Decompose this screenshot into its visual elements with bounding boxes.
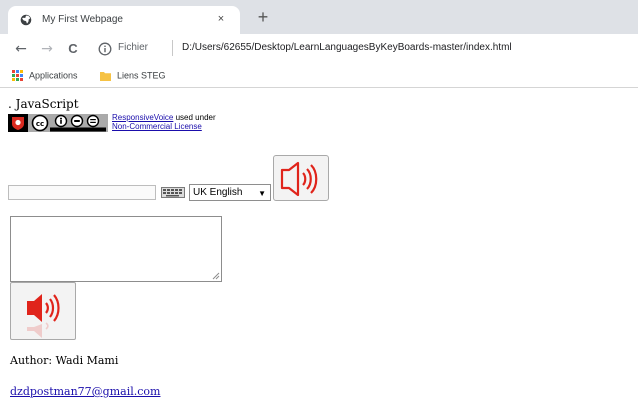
bookmark-liens-steg[interactable]: Liens STEG — [100, 70, 166, 83]
speak-button-top[interactable] — [273, 155, 329, 201]
chevron-down-icon: ▼ — [258, 189, 266, 198]
author-text: Author: Wadi Mami — [10, 354, 119, 367]
responsivevoice-link[interactable]: ResponsiveVoice — [112, 113, 173, 122]
speaker-icon — [280, 161, 318, 197]
forward-button[interactable]: → — [38, 40, 56, 58]
license-link[interactable]: Non-Commercial License — [112, 122, 202, 131]
text-input[interactable] — [8, 185, 156, 200]
reload-button[interactable]: C — [64, 40, 82, 58]
new-tab-button[interactable]: + — [252, 6, 274, 28]
output-textarea[interactable] — [10, 216, 222, 282]
tab-title: My First Webpage — [42, 14, 123, 25]
scheme-label: Fichier — [118, 42, 149, 53]
page-content: . JavaScript cc ResponsiveVoice used und… — [0, 89, 638, 401]
apps-grid-icon — [12, 70, 23, 82]
back-button[interactable]: ← — [12, 40, 30, 58]
bookmark-applications[interactable]: Applications — [12, 70, 78, 83]
speaker-icon — [27, 294, 60, 338]
tab-close-icon[interactable]: × — [214, 12, 228, 26]
cc-license-badge[interactable]: cc — [8, 114, 108, 132]
browser-toolbar: ← → C Fichier D:/Users/62655/Desktop/Lea… — [0, 34, 638, 64]
tab-strip: My First Webpage × + — [0, 0, 638, 34]
attribution-text: used under — [173, 113, 216, 122]
url-text[interactable]: D:/Users/62655/Desktop/LearnLanguagesByK… — [182, 42, 512, 53]
email-link[interactable]: dzdpostman77@gmail.com — [10, 385, 160, 398]
bookmark-label: Applications — [29, 70, 78, 81]
language-select[interactable]: UK English ▼ — [189, 184, 271, 201]
svg-text:cc: cc — [36, 120, 44, 128]
resize-grip-icon[interactable] — [212, 272, 220, 280]
language-select-value: UK English — [193, 187, 243, 198]
info-icon[interactable] — [98, 42, 112, 56]
globe-icon — [20, 14, 32, 26]
bookmarks-bar: Applications Liens STEG — [0, 64, 638, 88]
speak-button-bottom[interactable] — [10, 282, 76, 340]
browser-tab[interactable]: My First Webpage × — [8, 6, 240, 34]
keyboard-icon[interactable] — [161, 187, 185, 198]
address-separator — [172, 40, 173, 56]
folder-icon — [100, 71, 111, 81]
bookmark-label: Liens STEG — [117, 70, 166, 81]
javascript-text: . JavaScript — [8, 97, 79, 111]
responsivevoice-attribution: ResponsiveVoice used under Non-Commercia… — [112, 113, 216, 131]
address-bar[interactable]: Fichier D:/Users/62655/Desktop/LearnLang… — [92, 37, 638, 61]
